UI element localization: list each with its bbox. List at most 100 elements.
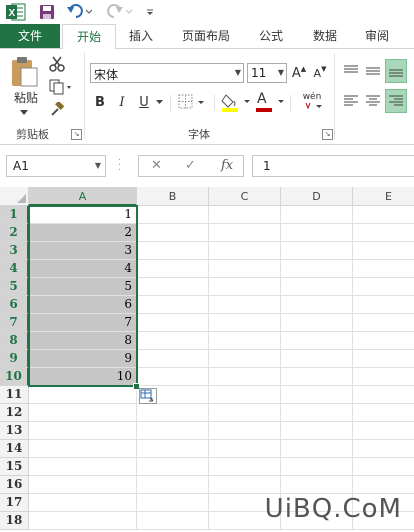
cell-a14[interactable]: [29, 440, 137, 458]
cell-e1[interactable]: [353, 206, 414, 224]
cell-e13[interactable]: [353, 422, 414, 440]
row-header-4[interactable]: 4: [0, 260, 29, 278]
cell-b13[interactable]: [137, 422, 209, 440]
cell-c13[interactable]: [209, 422, 281, 440]
bold-button[interactable]: B: [92, 93, 108, 111]
cell-b12[interactable]: [137, 404, 209, 422]
cell-d9[interactable]: [281, 350, 353, 368]
column-header-a[interactable]: A: [29, 187, 137, 206]
cell-b9[interactable]: [137, 350, 209, 368]
cell-d5[interactable]: [281, 278, 353, 296]
tab-formulas[interactable]: 公式: [248, 24, 294, 48]
cell-d10[interactable]: [281, 368, 353, 386]
copy-icon[interactable]: [48, 78, 74, 96]
row-header-11[interactable]: 11: [0, 386, 29, 404]
paste-button[interactable]: 粘贴: [8, 89, 44, 105]
row-header-15[interactable]: 15: [0, 458, 29, 476]
cell-e16[interactable]: [353, 476, 414, 494]
cell-e14[interactable]: [353, 440, 414, 458]
column-header-e[interactable]: E: [353, 187, 414, 206]
cell-e2[interactable]: [353, 224, 414, 242]
formula-input[interactable]: 1: [252, 155, 414, 177]
cell-b6[interactable]: [137, 296, 209, 314]
cell-b16[interactable]: [137, 476, 209, 494]
cell-d14[interactable]: [281, 440, 353, 458]
borders-icon[interactable]: [178, 93, 206, 111]
cell-a12[interactable]: [29, 404, 137, 422]
cell-a15[interactable]: [29, 458, 137, 476]
row-header-13[interactable]: 13: [0, 422, 29, 440]
cell-b8[interactable]: [137, 332, 209, 350]
redo-icon[interactable]: [106, 3, 134, 21]
cell-d4[interactable]: [281, 260, 353, 278]
tab-review[interactable]: 审阅: [354, 24, 400, 48]
undo-icon[interactable]: [66, 3, 94, 21]
cell-b14[interactable]: [137, 440, 209, 458]
row-header-5[interactable]: 5: [0, 278, 29, 296]
paste-icon[interactable]: [8, 55, 40, 89]
column-header-c[interactable]: C: [209, 187, 281, 206]
row-header-6[interactable]: 6: [0, 296, 29, 314]
cell-a5[interactable]: 5: [29, 278, 137, 296]
cell-b4[interactable]: [137, 260, 209, 278]
cancel-icon[interactable]: ✕: [151, 158, 162, 173]
underline-dropdown-icon[interactable]: [154, 97, 164, 107]
cell-c12[interactable]: [209, 404, 281, 422]
tab-insert[interactable]: 插入: [118, 24, 164, 48]
cell-e3[interactable]: [353, 242, 414, 260]
cell-c1[interactable]: [209, 206, 281, 224]
cell-b1[interactable]: [137, 206, 209, 224]
cell-a11[interactable]: [29, 386, 137, 404]
select-all-button[interactable]: [0, 187, 29, 206]
cell-c15[interactable]: [209, 458, 281, 476]
cell-a1[interactable]: 1: [29, 206, 137, 224]
cell-c9[interactable]: [209, 350, 281, 368]
enter-icon[interactable]: ✓: [185, 158, 196, 173]
cell-d12[interactable]: [281, 404, 353, 422]
font-color-icon[interactable]: A: [254, 91, 286, 113]
cell-a7[interactable]: 7: [29, 314, 137, 332]
cell-a6[interactable]: 6: [29, 296, 137, 314]
cell-d8[interactable]: [281, 332, 353, 350]
save-icon[interactable]: [38, 3, 56, 21]
cell-c3[interactable]: [209, 242, 281, 260]
cell-a3[interactable]: 3: [29, 242, 137, 260]
align-bottom-icon[interactable]: [385, 59, 407, 83]
italic-button[interactable]: I: [114, 93, 130, 111]
cell-c14[interactable]: [209, 440, 281, 458]
row-header-18[interactable]: 18: [0, 512, 29, 530]
font-name-combo[interactable]: 宋体 ▼: [90, 63, 244, 83]
auto-fill-options-button[interactable]: [139, 388, 157, 404]
cell-b2[interactable]: [137, 224, 209, 242]
align-middle-icon[interactable]: [363, 61, 383, 81]
cell-c10[interactable]: [209, 368, 281, 386]
cell-d3[interactable]: [281, 242, 353, 260]
clipboard-launcher-icon[interactable]: ↘: [71, 129, 82, 140]
cell-b3[interactable]: [137, 242, 209, 260]
cell-a17[interactable]: [29, 494, 137, 512]
tab-data[interactable]: 数据: [302, 24, 348, 48]
cell-e4[interactable]: [353, 260, 414, 278]
cell-a2[interactable]: 2: [29, 224, 137, 242]
row-header-14[interactable]: 14: [0, 440, 29, 458]
cell-d6[interactable]: [281, 296, 353, 314]
row-header-3[interactable]: 3: [0, 242, 29, 260]
align-right-icon[interactable]: [385, 89, 407, 113]
cell-b17[interactable]: [137, 494, 209, 512]
cell-d15[interactable]: [281, 458, 353, 476]
row-header-2[interactable]: 2: [0, 224, 29, 242]
cell-b15[interactable]: [137, 458, 209, 476]
cell-a4[interactable]: 4: [29, 260, 137, 278]
grow-font-button[interactable]: A ▲: [291, 63, 307, 83]
cell-d11[interactable]: [281, 386, 353, 404]
name-box[interactable]: A1 ▼: [6, 155, 106, 177]
cell-c16[interactable]: [209, 476, 281, 494]
cell-a18[interactable]: [29, 512, 137, 530]
fill-color-icon[interactable]: [220, 91, 252, 113]
cell-e5[interactable]: [353, 278, 414, 296]
cell-d16[interactable]: [281, 476, 353, 494]
cell-e12[interactable]: [353, 404, 414, 422]
cell-c11[interactable]: [209, 386, 281, 404]
insert-function-button[interactable]: fx: [221, 158, 233, 173]
align-left-icon[interactable]: [341, 91, 361, 111]
